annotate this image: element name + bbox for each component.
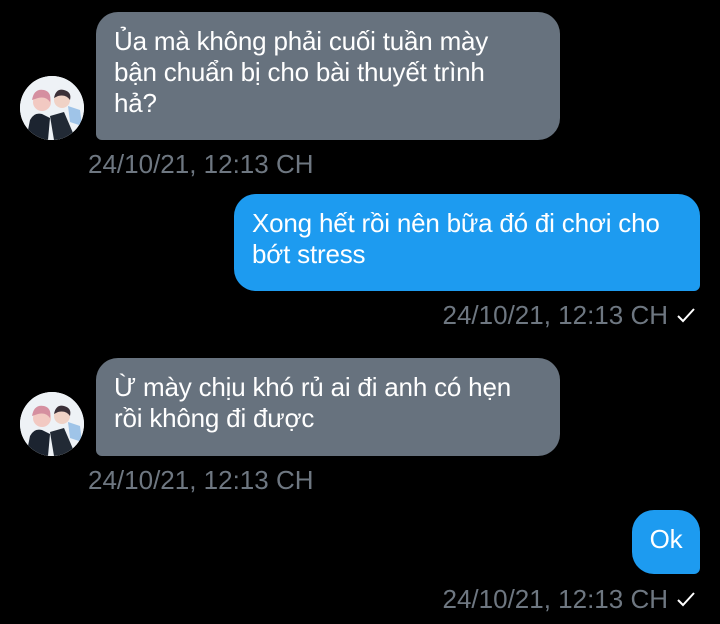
- timestamp-text: 24/10/21, 12:13 CH: [88, 149, 314, 180]
- avatar[interactable]: [20, 76, 84, 140]
- message-bubble-outgoing[interactable]: Ok: [632, 510, 700, 574]
- checkmark-icon: [677, 592, 695, 607]
- timestamp-text: 24/10/21, 12:13 CH: [442, 300, 669, 331]
- timestamp-text: 24/10/21, 12:13 CH: [442, 584, 669, 615]
- message-bubble-incoming[interactable]: Ủa mà không phải cuối tuần mày bận chuẩn…: [96, 12, 560, 140]
- avatar[interactable]: [20, 392, 84, 456]
- avatar-image: [20, 76, 84, 140]
- checkmark-icon: [677, 308, 695, 323]
- message-bubble-outgoing[interactable]: Xong hết rồi nên bữa đó đi chơi cho bớt …: [234, 194, 700, 291]
- message-timestamp: 24/10/21, 12:13 CH: [88, 463, 314, 495]
- message-timestamp: 24/10/21, 12:13 CH: [88, 147, 314, 179]
- avatar-image: [20, 392, 84, 456]
- message-bubble-incoming[interactable]: Ừ mày chịu khó rủ ai đi anh có hẹn rồi k…: [96, 358, 560, 456]
- message-timestamp: 24/10/21, 12:13 CH: [443, 582, 697, 614]
- message-timestamp: 24/10/21, 12:13 CH: [443, 298, 697, 330]
- timestamp-text: 24/10/21, 12:13 CH: [88, 465, 314, 496]
